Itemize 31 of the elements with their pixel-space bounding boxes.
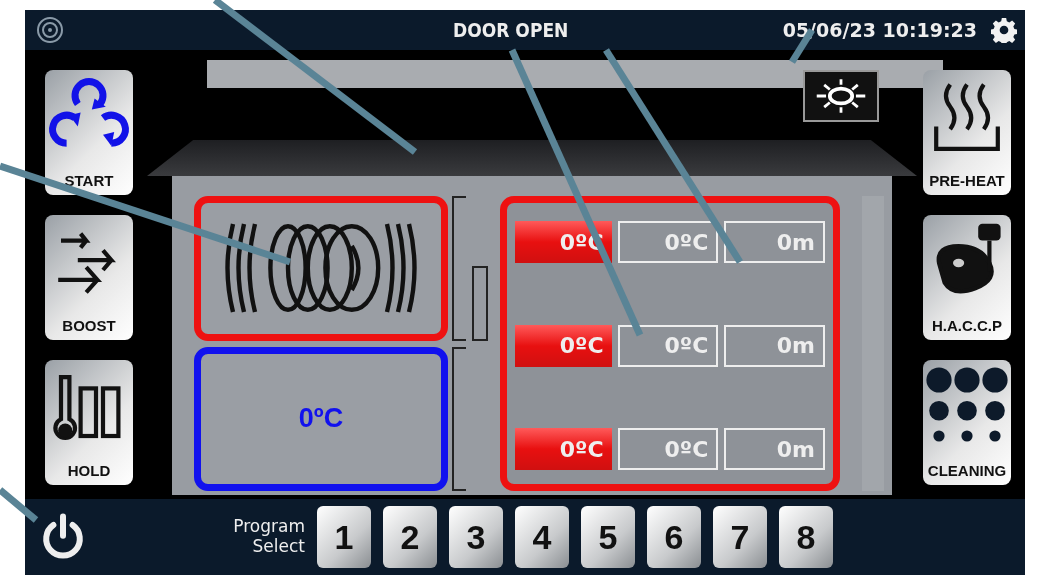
set-temperature[interactable]: 0ºC bbox=[515, 428, 612, 470]
leader-line bbox=[0, 487, 39, 523]
light-button[interactable] bbox=[803, 70, 879, 122]
actual-temperature: 0ºC bbox=[617, 221, 719, 263]
function-button[interactable]: PRE-HEAT bbox=[923, 70, 1011, 195]
program-button[interactable]: 2 bbox=[383, 506, 437, 568]
compartment[interactable] bbox=[194, 196, 448, 341]
program-select-label: Program Select bbox=[232, 517, 305, 557]
time-reading: 0m bbox=[724, 324, 825, 367]
program-button[interactable]: 3 bbox=[449, 506, 503, 568]
actual-temperature: 0ºC bbox=[617, 428, 719, 470]
door-status: DOOR OPEN bbox=[453, 19, 569, 41]
function-button[interactable]: BOOST bbox=[45, 215, 133, 340]
program-button[interactable]: 5 bbox=[581, 506, 635, 568]
function-button[interactable]: HOLD bbox=[45, 360, 133, 485]
time-reading: 0m bbox=[724, 428, 825, 470]
program-button[interactable]: 1 bbox=[317, 506, 371, 568]
program-button[interactable]: 7 bbox=[713, 506, 767, 568]
function-button[interactable]: H.A.C.C.P bbox=[923, 215, 1011, 340]
time-reading: 0m bbox=[724, 221, 825, 263]
logo-icon bbox=[35, 15, 65, 45]
actual-temperature: 0ºC bbox=[617, 324, 719, 367]
program-button[interactable]: 4 bbox=[515, 506, 569, 568]
program-button[interactable]: 6 bbox=[647, 506, 701, 568]
function-button[interactable]: START bbox=[45, 70, 133, 195]
settings-icon[interactable] bbox=[991, 17, 1017, 43]
program-button[interactable]: 8 bbox=[779, 506, 833, 568]
temperature-reading: 0ºC bbox=[298, 403, 344, 435]
function-button[interactable]: CLEANING bbox=[923, 360, 1011, 485]
set-temperature[interactable]: 0ºC bbox=[515, 324, 612, 367]
date-time: 05/06/23 10:19:23 bbox=[782, 19, 977, 41]
